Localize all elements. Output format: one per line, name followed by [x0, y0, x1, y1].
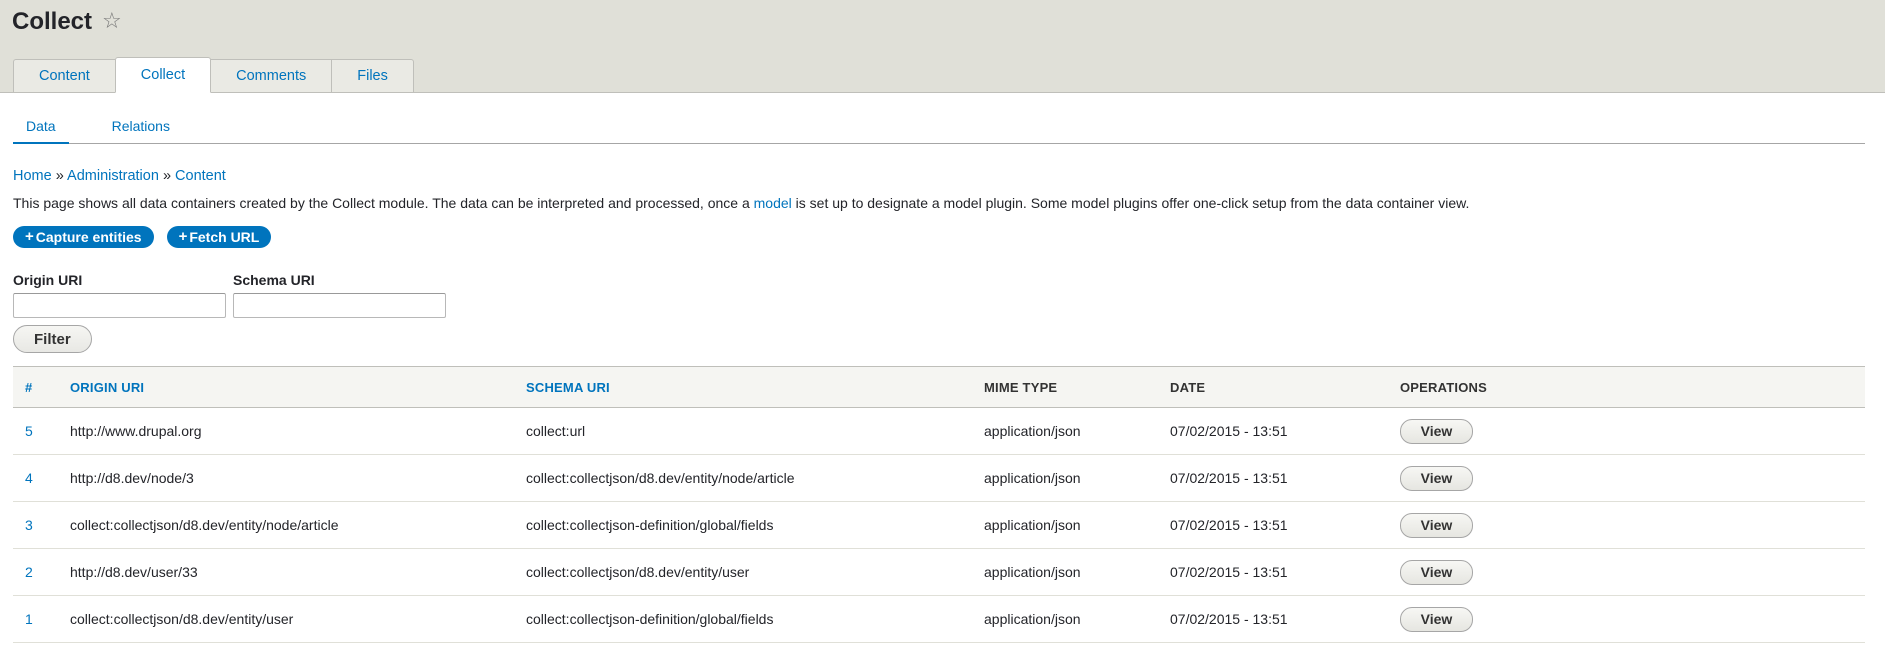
- column-header-operations: Operations: [1388, 366, 1865, 408]
- row-id-link[interactable]: 3: [13, 501, 58, 549]
- row-date: 07/02/2015 - 13:51: [1158, 454, 1388, 502]
- fetch-url-button[interactable]: + Fetch URL: [166, 226, 272, 248]
- origin-uri-input[interactable]: [13, 293, 226, 318]
- row-date: 07/02/2015 - 13:51: [1158, 407, 1388, 455]
- row-id-link[interactable]: 2: [13, 548, 58, 596]
- schema-uri-label: Schema URI: [233, 272, 315, 288]
- row-operations: View: [1388, 407, 1865, 455]
- tab-collect[interactable]: Collect: [114, 57, 212, 93]
- table-header-row: # Origin URI Schema URI MIME type Date O…: [13, 366, 1865, 408]
- page-title-text: Collect: [12, 8, 93, 35]
- view-button[interactable]: View: [1400, 418, 1473, 444]
- column-header-id[interactable]: #: [13, 366, 58, 408]
- table-row: 3 collect:collectjson/d8.dev/entity/node…: [13, 501, 1865, 549]
- view-button[interactable]: View: [1400, 606, 1473, 632]
- view-button[interactable]: View: [1400, 465, 1473, 491]
- plus-icon: +: [178, 228, 188, 245]
- page-header: Collect ☆ Content Collect Comments Files: [0, 0, 1885, 93]
- row-mime-type: application/json: [972, 407, 1158, 455]
- row-origin-uri: collect:collectjson/d8.dev/entity/node/a…: [58, 501, 514, 549]
- table-row: 4 http://d8.dev/node/3 collect:collectjs…: [13, 454, 1865, 502]
- row-origin-uri: collect:collectjson/d8.dev/entity/user: [58, 595, 514, 643]
- capture-entities-label: Capture entities: [35, 229, 142, 245]
- breadcrumb: Home » Administration » Content: [13, 168, 226, 184]
- column-header-date: Date: [1158, 366, 1388, 408]
- tab-comments[interactable]: Comments: [211, 59, 332, 93]
- row-origin-uri: http://www.drupal.org: [58, 407, 514, 455]
- row-schema-uri: collect:collectjson-definition/global/fi…: [514, 595, 972, 643]
- breadcrumb-administration[interactable]: Administration: [67, 168, 159, 184]
- capture-entities-button[interactable]: + Capture entities: [13, 226, 154, 248]
- row-id-link[interactable]: 1: [13, 595, 58, 643]
- row-mime-type: application/json: [972, 595, 1158, 643]
- breadcrumb-separator: »: [162, 168, 172, 184]
- data-containers-table: # Origin URI Schema URI MIME type Date O…: [13, 366, 1865, 643]
- row-id-link[interactable]: 4: [13, 454, 58, 502]
- row-origin-uri: http://d8.dev/user/33: [58, 548, 514, 596]
- row-date: 07/02/2015 - 13:51: [1158, 595, 1388, 643]
- row-operations: View: [1388, 454, 1865, 502]
- origin-uri-field: Origin URI: [13, 272, 226, 318]
- row-schema-uri: collect:collectjson-definition/global/fi…: [514, 501, 972, 549]
- table-row: 2 http://d8.dev/user/33 collect:collectj…: [13, 548, 1865, 596]
- fetch-url-label: Fetch URL: [189, 229, 260, 245]
- column-header-mime-type: MIME type: [972, 366, 1158, 408]
- row-operations: View: [1388, 501, 1865, 549]
- view-button[interactable]: View: [1400, 512, 1473, 538]
- breadcrumb-home[interactable]: Home: [13, 168, 52, 184]
- page-description: This page shows all data containers crea…: [13, 195, 1469, 211]
- filter-form: Origin URI Schema URI: [13, 272, 446, 318]
- row-date: 07/02/2015 - 13:51: [1158, 548, 1388, 596]
- origin-uri-label: Origin URI: [13, 272, 83, 288]
- subtab-relations[interactable]: Relations: [99, 115, 183, 142]
- row-date: 07/02/2015 - 13:51: [1158, 501, 1388, 549]
- page-title: Collect ☆: [12, 8, 122, 36]
- row-schema-uri: collect:url: [514, 407, 972, 455]
- breadcrumb-separator: »: [55, 168, 64, 184]
- row-mime-type: application/json: [972, 501, 1158, 549]
- description-text-after: is set up to designate a model plugin. S…: [791, 195, 1470, 211]
- row-mime-type: application/json: [972, 454, 1158, 502]
- row-operations: View: [1388, 595, 1865, 643]
- tab-files[interactable]: Files: [331, 59, 414, 93]
- row-operations: View: [1388, 548, 1865, 596]
- table-row: 1 collect:collectjson/d8.dev/entity/user…: [13, 595, 1865, 643]
- primary-tabs: Content Collect Comments Files: [13, 57, 414, 93]
- filter-button[interactable]: Filter: [13, 325, 92, 353]
- secondary-tabs: Data Relations: [13, 115, 1865, 144]
- table-row: 5 http://www.drupal.org collect:url appl…: [13, 407, 1865, 455]
- model-link[interactable]: model: [754, 195, 792, 211]
- row-schema-uri: collect:collectjson/d8.dev/entity/user: [514, 548, 972, 596]
- view-button[interactable]: View: [1400, 559, 1473, 585]
- row-origin-uri: http://d8.dev/node/3: [58, 454, 514, 502]
- row-mime-type: application/json: [972, 548, 1158, 596]
- tab-content[interactable]: Content: [13, 59, 115, 93]
- schema-uri-input[interactable]: [233, 293, 446, 318]
- column-header-origin-uri[interactable]: Origin URI: [58, 366, 514, 408]
- row-schema-uri: collect:collectjson/d8.dev/entity/node/a…: [514, 454, 972, 502]
- subtab-data[interactable]: Data: [13, 115, 69, 144]
- schema-uri-field: Schema URI: [233, 272, 446, 318]
- row-id-link[interactable]: 5: [13, 407, 58, 455]
- plus-icon: +: [25, 228, 34, 245]
- star-outline-icon[interactable]: ☆: [102, 8, 122, 34]
- description-text-before: This page shows all data containers crea…: [13, 195, 754, 211]
- breadcrumb-content[interactable]: Content: [175, 168, 226, 184]
- action-links: + Capture entities + Fetch URL: [13, 226, 272, 248]
- column-header-schema-uri[interactable]: Schema URI: [514, 366, 972, 408]
